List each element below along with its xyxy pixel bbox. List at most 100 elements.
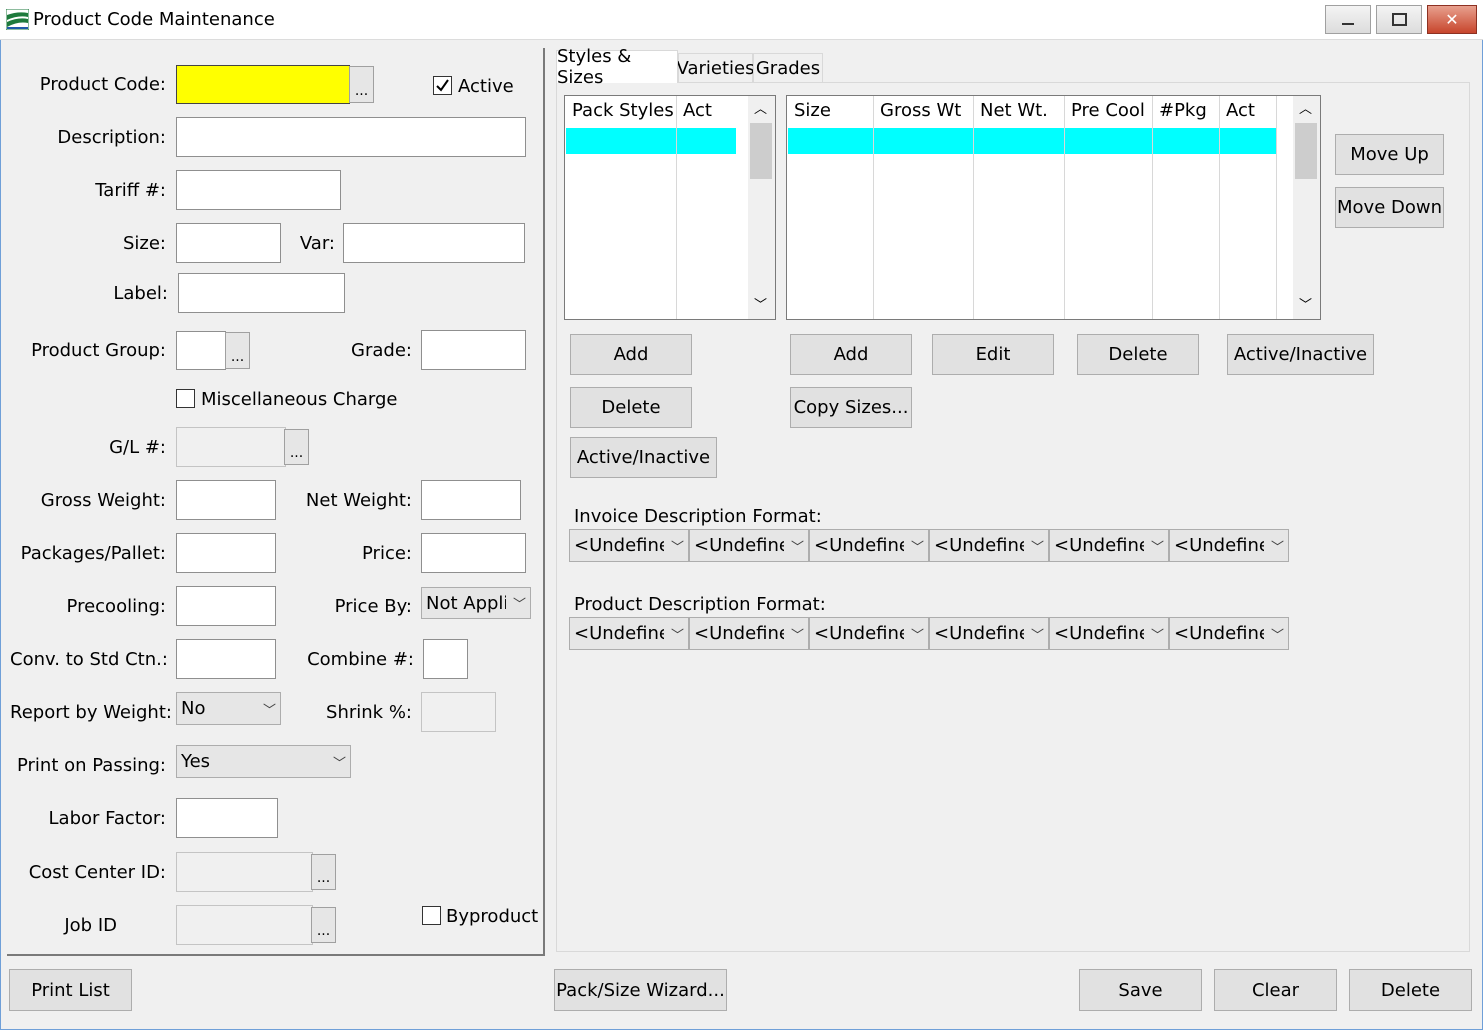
pre-cool-header: Pre Cool xyxy=(1071,100,1145,121)
description-input[interactable] xyxy=(176,117,526,157)
scroll-up-icon[interactable]: ︿ xyxy=(754,98,767,117)
size-add-button[interactable]: Add xyxy=(790,334,912,375)
chevron-down-icon: ﹀ xyxy=(910,628,924,643)
move-down-button[interactable]: Move Down xyxy=(1335,187,1444,228)
product-group-input[interactable] xyxy=(176,331,226,370)
price-by-select[interactable]: Not Appli ﹀ xyxy=(421,587,531,619)
pack-styles-selected-row[interactable] xyxy=(566,128,736,154)
sizes-selected-row[interactable] xyxy=(788,128,1276,154)
byproduct-checkbox[interactable] xyxy=(422,906,441,925)
pack-delete-button[interactable]: Delete xyxy=(570,387,692,428)
net-weight-input[interactable] xyxy=(421,480,521,520)
active-checkbox[interactable] xyxy=(433,76,452,95)
labor-factor-input[interactable] xyxy=(176,798,278,838)
invoice-format-select-4[interactable]: <Undefined>﹀ xyxy=(929,529,1049,562)
gross-weight-label: Gross Weight: xyxy=(40,490,166,511)
size-active-inactive-button[interactable]: Active/Inactive xyxy=(1227,334,1374,375)
tab-varieties[interactable]: Varieties xyxy=(677,53,754,83)
packages-pallet-input[interactable] xyxy=(176,533,276,573)
net-weight-label: Net Weight: xyxy=(305,490,412,511)
pack-add-button[interactable]: Add xyxy=(570,334,692,375)
invoice-format-select-5[interactable]: <Undefined>﹀ xyxy=(1049,529,1169,562)
report-weight-label: Report by Weight: xyxy=(10,702,172,723)
product-format-select-4[interactable]: <Undefined>﹀ xyxy=(929,617,1049,650)
pack-size-wizard-button[interactable]: Pack/Size Wizard... xyxy=(554,969,727,1011)
title-bar: Product Code Maintenance ✕ xyxy=(0,0,1483,40)
misc-charge-checkbox[interactable] xyxy=(176,389,195,408)
clear-button[interactable]: Clear xyxy=(1214,969,1337,1011)
conv-std-ctn-input[interactable] xyxy=(176,639,276,679)
var-input[interactable] xyxy=(343,223,525,263)
gross-weight-input[interactable] xyxy=(176,480,276,520)
maximize-button[interactable] xyxy=(1376,5,1422,34)
chevron-down-icon: ﹀ xyxy=(790,628,804,643)
product-group-lookup-button[interactable]: ... xyxy=(225,332,250,369)
conv-std-ctn-label: Conv. to Std Ctn.: xyxy=(10,649,168,670)
report-weight-select[interactable]: No ﹀ xyxy=(176,692,281,725)
delete-button[interactable]: Delete xyxy=(1349,969,1472,1011)
gl-input[interactable] xyxy=(176,427,286,467)
checkmark-icon xyxy=(436,79,449,92)
move-up-button[interactable]: Move Up xyxy=(1335,134,1444,175)
print-list-button[interactable]: Print List xyxy=(9,969,132,1011)
label-label: Label: xyxy=(113,283,168,304)
byproduct-label: Byproduct xyxy=(446,906,539,927)
product-code-input[interactable] xyxy=(176,65,350,104)
scroll-thumb[interactable] xyxy=(1295,123,1317,179)
pack-active-inactive-button[interactable]: Active/Inactive xyxy=(570,437,717,478)
invoice-format-select-1[interactable]: <Undefined>﹀ xyxy=(569,529,689,562)
shrink-input[interactable] xyxy=(421,692,496,732)
scroll-up-icon[interactable]: ︿ xyxy=(1299,98,1312,117)
invoice-format-select-6[interactable]: <Undefined>﹀ xyxy=(1169,529,1289,562)
scroll-thumb[interactable] xyxy=(750,123,772,179)
shrink-label: Shrink %: xyxy=(326,702,412,723)
pack-act-header: Act xyxy=(683,100,712,121)
scroll-down-icon[interactable]: ﹀ xyxy=(754,294,767,313)
pack-styles-grid[interactable]: Pack Styles Act ︿ ﹀ xyxy=(564,95,776,320)
grade-input[interactable] xyxy=(421,330,526,370)
scroll-down-icon[interactable]: ﹀ xyxy=(1299,294,1312,313)
cost-center-input[interactable] xyxy=(176,852,313,892)
product-format-select-5[interactable]: <Undefined>﹀ xyxy=(1049,617,1169,650)
job-id-input[interactable] xyxy=(176,905,313,945)
invoice-format-select-2[interactable]: <Undefined>﹀ xyxy=(689,529,809,562)
size-input[interactable] xyxy=(176,223,281,263)
price-input[interactable] xyxy=(421,533,526,573)
size-edit-button[interactable]: Edit xyxy=(932,334,1054,375)
tab-grades[interactable]: Grades xyxy=(753,53,823,83)
tab-styles-sizes[interactable]: Styles & Sizes xyxy=(556,46,678,88)
pkg-header: #Pkg xyxy=(1159,100,1207,121)
column-divider xyxy=(873,96,874,319)
copy-sizes-button[interactable]: Copy Sizes... xyxy=(790,387,912,428)
label-input[interactable] xyxy=(178,273,345,313)
chevron-down-icon: ﹀ xyxy=(1150,540,1164,555)
combine-input[interactable] xyxy=(423,639,468,679)
product-format-select-2[interactable]: <Undefined>﹀ xyxy=(689,617,809,650)
product-format-select-3[interactable]: <Undefined>﹀ xyxy=(809,617,929,650)
close-button[interactable]: ✕ xyxy=(1427,5,1477,34)
cost-center-lookup-button[interactable]: ... xyxy=(311,854,336,890)
product-format-label: Product Description Format: xyxy=(574,594,826,615)
product-format-select-1[interactable]: <Undefined>﹀ xyxy=(569,617,689,650)
sizes-scrollbar[interactable]: ︿ ﹀ xyxy=(1293,96,1320,319)
size-act-header: Act xyxy=(1226,100,1255,121)
job-id-lookup-button[interactable]: ... xyxy=(311,907,336,943)
chevron-down-icon: ﹀ xyxy=(332,756,346,771)
save-button[interactable]: Save xyxy=(1079,969,1202,1011)
size-delete-button[interactable]: Delete xyxy=(1077,334,1199,375)
product-format-select-6[interactable]: <Undefined>﹀ xyxy=(1169,617,1289,650)
product-group-label: Product Group: xyxy=(31,340,166,361)
print-passing-select[interactable]: Yes ﹀ xyxy=(176,745,351,778)
product-code-label: Product Code: xyxy=(39,74,166,95)
sizes-grid[interactable]: Size Gross Wt Net Wt. Pre Cool #Pkg Act … xyxy=(786,95,1321,320)
invoice-format-select-3[interactable]: <Undefined>﹀ xyxy=(809,529,929,562)
minimize-button[interactable] xyxy=(1325,5,1371,34)
chevron-down-icon: ﹀ xyxy=(262,703,276,718)
tariff-input[interactable] xyxy=(176,170,341,210)
gl-lookup-button[interactable]: ... xyxy=(284,429,309,465)
precooling-input[interactable] xyxy=(176,586,276,626)
gl-label: G/L #: xyxy=(109,437,166,458)
product-code-lookup-button[interactable]: ... xyxy=(349,66,374,103)
close-icon: ✕ xyxy=(1445,10,1459,29)
pack-styles-scrollbar[interactable]: ︿ ﹀ xyxy=(748,96,775,319)
